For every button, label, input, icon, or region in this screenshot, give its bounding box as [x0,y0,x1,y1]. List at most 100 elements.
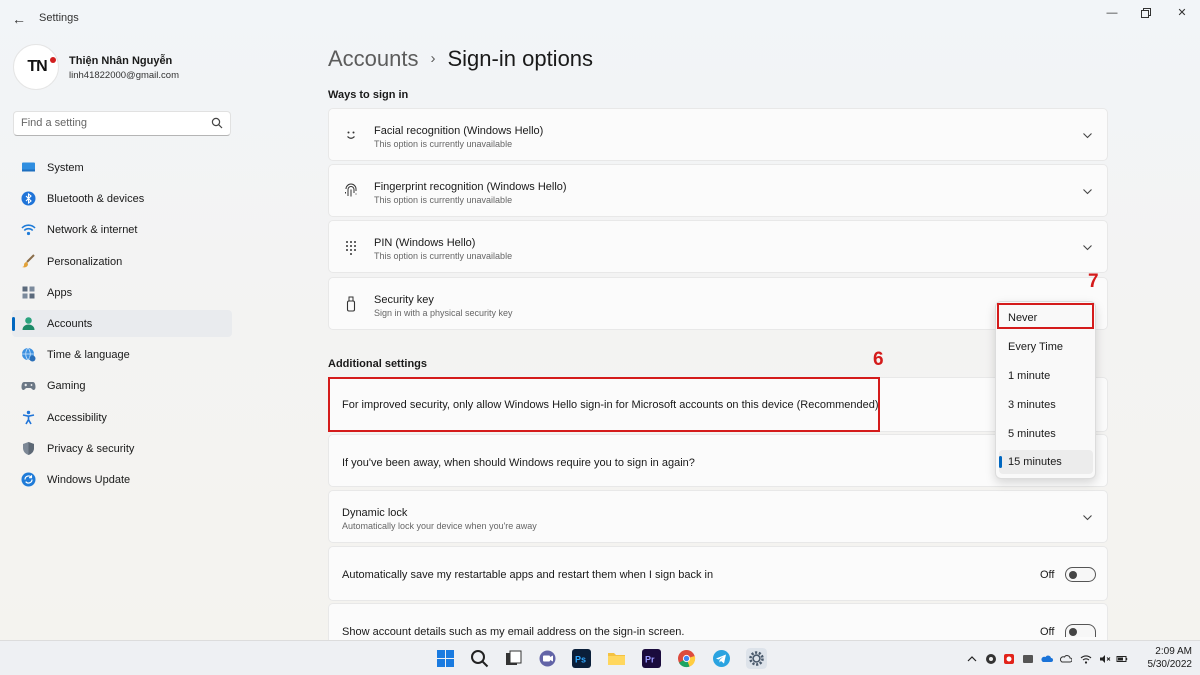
dropdown-option-label: 5 minutes [1008,428,1056,440]
profile-name: Thiện Nhân Nguyễn [69,55,173,67]
facial-recognition-card[interactable]: Facial recognition (Windows Hello) This … [328,108,1108,161]
dropdown-option-label: 3 minutes [1008,399,1056,411]
chat-icon[interactable] [537,648,558,669]
dropdown-option-5-minutes[interactable]: 5 minutes [999,422,1093,446]
dropdown-option-1-minute[interactable]: 1 minute [999,364,1093,388]
dropdown-option-every-time[interactable]: Every Time [999,335,1093,359]
account-details-label: Show account details such as my email ad… [342,626,685,638]
search-box[interactable] [13,111,231,136]
restore-icon [1141,8,1151,18]
apps-icon [22,286,35,299]
breadcrumb: Accounts › Sign-in options [328,46,593,72]
sidebar-item-accounts[interactable]: Accounts [12,309,232,337]
avatar[interactable]: TN [13,44,59,90]
sidebar-item-label: Personalization [47,255,123,268]
sidebar-nav: System Bluetooth & devices Network & int… [12,154,232,497]
dropdown-option-label: 1 minute [1008,370,1051,382]
require-signin-label: If you've been away, when should Windows… [342,457,695,469]
restart-apps-toggle[interactable] [1065,567,1096,582]
onedrive-icon[interactable] [1041,653,1053,665]
fingerprint-recognition-card[interactable]: Fingerprint recognition (Windows Hello) … [328,164,1108,217]
chevron-down-icon[interactable] [1082,130,1093,141]
search-icon[interactable] [469,648,490,669]
svg-text:Pr: Pr [645,655,655,665]
sidebar-item-privacy[interactable]: Privacy & security [12,435,232,462]
search-icon[interactable] [211,117,223,129]
task-view-icon[interactable] [503,648,524,669]
windows-start-icon[interactable] [435,648,456,669]
require-signin-card[interactable]: If you've been away, when should Windows… [328,434,1108,487]
chevron-down-icon[interactable] [1082,186,1093,197]
search-input[interactable] [21,117,201,129]
maximize-button[interactable] [1136,5,1156,21]
sidebar-item-gaming[interactable]: Gaming [12,372,232,399]
premiere-icon[interactable]: Pr [641,648,662,669]
account-details-card[interactable]: Show account details such as my email ad… [328,603,1108,640]
photoshop-icon[interactable]: Ps [571,648,592,669]
additional-settings-heading: Additional settings [328,358,427,370]
restart-apps-card[interactable]: Automatically save my restartable apps a… [328,546,1108,601]
chevron-up-icon[interactable] [966,653,978,665]
minimize-button[interactable]: — [1102,5,1122,21]
sidebar-item-label: Time & language [47,349,130,362]
sidebar-item-bluetooth[interactable]: Bluetooth & devices [12,185,232,212]
dropdown-option-3-minutes[interactable]: 3 minutes [999,393,1093,417]
security-key-card[interactable]: Security key Sign in with a physical sec… [328,277,1108,330]
sidebar-item-apps[interactable]: Apps [12,279,232,306]
telegram-icon[interactable] [711,648,732,669]
tray-app-icon[interactable] [1022,653,1034,665]
title-bar: ← Settings — ✕ [0,0,1200,36]
update-icon [21,472,36,487]
sidebar-item-personalization[interactable]: Personalization [12,248,232,275]
cloud-icon[interactable] [1060,653,1072,665]
sidebar-item-label: Privacy & security [47,442,135,455]
card-subtitle: This option is currently unavailable [374,139,513,149]
dropdown-option-15-minutes[interactable]: 15 minutes [999,450,1093,474]
bluetooth-icon [21,191,36,206]
sidebar-item-label: Windows Update [47,473,131,486]
card-subtitle: This option is currently unavailable [374,195,513,205]
profile-email: linh41822000@gmail.com [69,70,179,81]
chevron-down-icon[interactable] [1082,242,1093,253]
sidebar-item-accessibility[interactable]: Accessibility [12,404,232,431]
back-arrow-icon[interactable]: ← [10,10,28,28]
selected-indicator [999,456,1002,468]
gamepad-icon [21,382,36,391]
settings-icon[interactable] [746,648,767,669]
tray-app-icon[interactable] [985,653,997,665]
annotation-highlight-box [328,377,880,432]
breadcrumb-parent[interactable]: Accounts [328,46,419,71]
active-indicator [12,316,15,331]
dynamic-lock-card[interactable]: Dynamic lock Automatically lock your dev… [328,490,1108,543]
file-explorer-icon[interactable] [606,648,627,669]
sidebar-item-label: Accessibility [47,411,107,424]
pin-card[interactable]: PIN (Windows Hello) This option is curre… [328,220,1108,273]
face-icon [347,131,355,139]
dropdown-option-label: 15 minutes [1008,456,1062,468]
avatar-dot [50,57,56,63]
sidebar-item-windows-update[interactable]: Windows Update [12,466,232,493]
account-details-toggle[interactable] [1065,624,1096,637]
fingerprint-icon [345,183,357,197]
close-button[interactable]: ✕ [1172,5,1192,21]
chevron-down-icon[interactable] [1082,512,1093,523]
volume-muted-icon[interactable] [1099,653,1111,665]
sidebar-item-label: System [47,162,84,174]
chrome-icon[interactable] [676,648,697,669]
system-clock[interactable]: 2:09 AM 5/30/2022 [1116,645,1193,671]
page-title: Sign-in options [447,46,594,71]
breadcrumb-separator: › [430,50,436,67]
globe-clock-icon [22,347,36,362]
sidebar-item-label: Bluetooth & devices [47,193,145,206]
sidebar-item-time-language[interactable]: Time & language [12,341,232,368]
card-subtitle: This option is currently unavailable [374,251,513,261]
annotation-never-box [997,303,1094,329]
wifi-icon[interactable] [1080,653,1092,665]
clock-date: 5/30/2022 [1147,659,1193,670]
annotation-step-7: 7 [1088,271,1099,292]
monitor-icon [22,162,35,172]
sidebar-item-network[interactable]: Network & internet [12,216,232,243]
tray-recording-icon[interactable] [1003,653,1015,665]
sidebar-item-system[interactable]: System [12,154,232,181]
account-details-state: Off [1040,626,1055,638]
